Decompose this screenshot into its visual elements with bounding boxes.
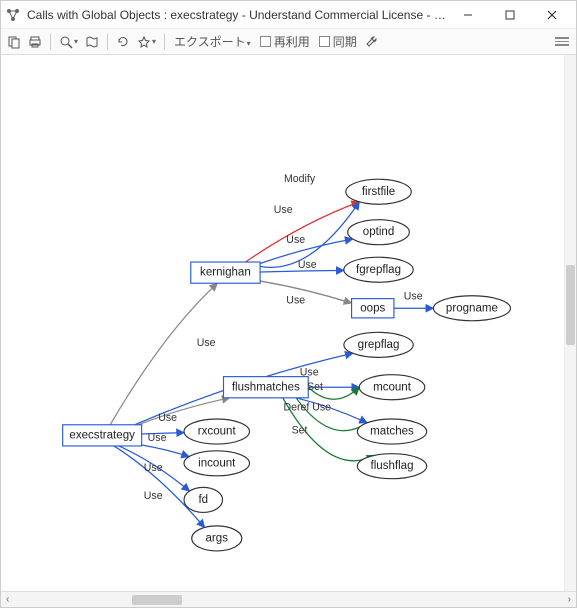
- edge-label: Use: [158, 412, 177, 424]
- separator: [164, 34, 165, 50]
- node-label-progname: progname: [446, 302, 498, 314]
- edge-label: Use: [197, 337, 216, 349]
- window-title: Calls with Global Objects : execstrategy…: [27, 8, 448, 22]
- scrollbar-thumb[interactable]: [132, 595, 182, 605]
- edge-label: Use: [286, 234, 305, 246]
- wrench-icon[interactable]: [363, 32, 381, 52]
- graph-canvas[interactable]: execstrategy kernighan flushmatches oops fir…: [1, 55, 576, 575]
- node-label-kernighan: kernighan: [200, 267, 251, 279]
- graph-svg: execstrategy kernighan flushmatches oops fir…: [1, 55, 576, 575]
- menu-icon[interactable]: [552, 37, 572, 46]
- node-label-flushflag: flushflag: [371, 460, 414, 472]
- reuse-label: 再利用: [274, 33, 310, 50]
- star-icon[interactable]: ▾: [135, 32, 158, 52]
- edge-label: Use: [148, 432, 167, 444]
- refresh-icon[interactable]: [114, 32, 132, 52]
- copy-icon[interactable]: [5, 32, 23, 52]
- edge-label: Use: [286, 294, 305, 306]
- scroll-left-icon[interactable]: ‹: [3, 594, 12, 605]
- export-dropdown[interactable]: エクスポート▾: [171, 33, 254, 50]
- window-titlebar: Calls with Global Objects : execstrategy…: [1, 1, 576, 29]
- scrollbar-thumb[interactable]: [566, 265, 575, 345]
- edge-label: Use: [300, 367, 319, 379]
- node-label-fd: fd: [198, 494, 208, 506]
- export-label: エクスポート: [174, 35, 246, 49]
- node-label-args: args: [206, 532, 229, 544]
- node-label-fgrepflag: fgrepflag: [356, 264, 401, 276]
- edge-label: Use: [274, 204, 293, 216]
- node-label-matches: matches: [370, 426, 414, 438]
- edge-label: Set: [307, 381, 323, 393]
- edge-label: Modify: [284, 173, 316, 185]
- node-label-rxcount: rxcount: [198, 426, 237, 438]
- reuse-checkbox[interactable]: 再利用: [257, 33, 313, 50]
- toolbar: ▾ ▾ エクスポート▾ 再利用 同期: [1, 29, 576, 55]
- edge-label: Set: [292, 424, 308, 436]
- zoom-icon[interactable]: ▾: [57, 32, 80, 52]
- edge-label: Use: [404, 291, 423, 303]
- separator: [50, 34, 51, 50]
- node-label-firstfile: firstfile: [362, 186, 395, 198]
- edge-kernighan-firstfile: [245, 202, 359, 262]
- minimize-button[interactable]: [448, 3, 488, 27]
- edge-execstrategy-incount: [142, 445, 190, 457]
- scrollbar-track[interactable]: [12, 595, 564, 605]
- edge-label: Use: [298, 259, 317, 271]
- node-label-execstrategy: execstrategy: [69, 429, 135, 441]
- node-label-flushmatches: flushmatches: [232, 381, 300, 393]
- app-icon: [5, 7, 21, 23]
- separator: [107, 34, 108, 50]
- edge-label: Deref Use: [283, 401, 331, 413]
- horizontal-scrollbar[interactable]: ‹ ›: [1, 591, 576, 607]
- sync-label: 同期: [333, 33, 357, 50]
- edge-kernighan-oops: [260, 281, 351, 303]
- print-icon[interactable]: [26, 32, 44, 52]
- maximize-button[interactable]: [490, 3, 530, 27]
- edge-kernighan-oops: [260, 281, 351, 303]
- map-icon[interactable]: [83, 32, 101, 52]
- node-label-mcount: mcount: [373, 381, 412, 393]
- sync-checkbox[interactable]: 同期: [316, 33, 360, 50]
- edge-label: Use: [144, 462, 163, 474]
- scroll-right-icon[interactable]: ›: [565, 594, 574, 605]
- vertical-scrollbar[interactable]: [564, 55, 576, 591]
- edge-label: Use: [144, 490, 163, 502]
- close-button[interactable]: [532, 3, 572, 27]
- node-label-incount: incount: [198, 457, 236, 469]
- edge-execstrategy-kernighan: [110, 283, 217, 425]
- node-label-grepflag: grepflag: [358, 339, 400, 351]
- node-label-optind: optind: [363, 226, 394, 238]
- node-label-oops: oops: [360, 302, 385, 314]
